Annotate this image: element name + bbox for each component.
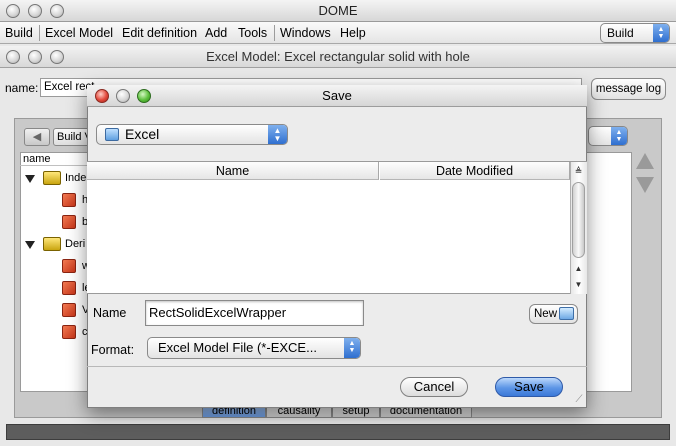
tree-column-name: name [20, 152, 90, 166]
parameter-cube-icon [62, 193, 76, 207]
dialog-divider [87, 366, 587, 367]
file-list[interactable] [87, 161, 587, 294]
save-name-input[interactable]: RectSolidExcelWrapper [145, 300, 364, 326]
menu-separator [274, 25, 275, 41]
mode-select[interactable]: Build ▲ ▼ [600, 23, 670, 43]
dome-title-text: DOME [318, 3, 358, 18]
format-select[interactable]: Excel Model File (*-EXCE... ▲ ▼ [147, 337, 361, 359]
scroll-thumb[interactable] [572, 182, 585, 258]
disclosure-triangle-icon[interactable] [25, 241, 35, 249]
menubar: Build Excel Model Edit definition Add To… [0, 22, 676, 44]
menu-separator [39, 25, 40, 41]
column-header-name[interactable]: Name [87, 162, 379, 180]
view-select[interactable]: ▲ ▼ [588, 126, 628, 146]
zoom-icon[interactable] [137, 89, 151, 103]
folder-icon [105, 128, 119, 141]
save-name-label: Name [93, 306, 127, 320]
select-arrows-icon: ▲ ▼ [268, 125, 287, 144]
move-down-icon[interactable] [636, 177, 654, 193]
parameter-cube-icon [62, 281, 76, 295]
move-up-icon[interactable] [636, 153, 654, 169]
folder-icon [43, 237, 61, 251]
save-dialog-titlebar: Save [87, 85, 587, 107]
menu-excel-model[interactable]: Excel Model [45, 22, 113, 44]
save-button[interactable]: Save [495, 377, 563, 397]
menu-help[interactable]: Help [340, 22, 366, 44]
model-close-icon[interactable] [6, 50, 20, 64]
disclosure-triangle-icon[interactable] [25, 175, 35, 183]
model-zoom-icon[interactable] [50, 50, 64, 64]
tree-item[interactable]: Deri [65, 235, 85, 253]
sort-order-icon[interactable]: ≜ [571, 163, 586, 179]
select-arrows-icon: ▲ ▼ [653, 24, 669, 42]
select-arrows-icon: ▲ ▼ [611, 127, 627, 145]
menu-add[interactable]: Add [205, 22, 227, 44]
model-window-title: Excel Model: Excel rectangular solid wit… [206, 49, 470, 64]
dome-titlebar: DOME [0, 0, 676, 22]
new-folder-label: New [534, 308, 558, 320]
column-header-date-modified[interactable]: Date Modified [380, 162, 570, 180]
model-minimize-icon[interactable] [28, 50, 42, 64]
back-arrow-icon[interactable]: ◀ [24, 128, 50, 146]
folder-icon [43, 171, 61, 185]
parameter-cube-icon [62, 303, 76, 317]
location-select[interactable]: Excel ▲ ▼ [96, 124, 288, 145]
new-folder-icon [559, 307, 574, 320]
format-label: Format: [91, 343, 135, 357]
resize-grip-icon[interactable]: ⟋ [572, 393, 586, 407]
close-icon[interactable] [95, 89, 109, 103]
menu-edit-definition[interactable]: Edit definition [122, 22, 197, 44]
menu-tools[interactable]: Tools [238, 22, 267, 44]
status-bar [6, 424, 670, 440]
message-log-button[interactable]: message log [591, 78, 666, 100]
tree-item[interactable]: Inde [65, 169, 86, 187]
format-select-value: Excel Model File (*-EXCE... [158, 340, 317, 355]
minimize-icon[interactable] [116, 89, 130, 103]
parameter-cube-icon [62, 325, 76, 339]
select-arrows-icon: ▲ ▼ [344, 338, 360, 358]
parameter-cube-icon [62, 259, 76, 273]
menu-build[interactable]: Build [5, 22, 33, 44]
parameter-cube-icon [62, 215, 76, 229]
model-window-titlebar: Excel Model: Excel rectangular solid wit… [0, 46, 676, 68]
scroll-up-arrow-icon[interactable]: ▲ [571, 262, 586, 276]
location-select-value: Excel [125, 126, 160, 142]
dome-close-icon[interactable] [6, 4, 20, 18]
menu-windows[interactable]: Windows [280, 22, 331, 44]
scroll-down-arrow-icon[interactable]: ▼ [571, 278, 586, 292]
save-dialog-title: Save [322, 88, 352, 103]
model-name-label: name: [5, 81, 39, 95]
dome-zoom-icon[interactable] [50, 4, 64, 18]
cancel-button[interactable]: Cancel [400, 377, 468, 397]
mode-select-value: Build [607, 26, 634, 40]
dome-minimize-icon[interactable] [28, 4, 42, 18]
new-folder-button[interactable]: New [529, 304, 578, 324]
